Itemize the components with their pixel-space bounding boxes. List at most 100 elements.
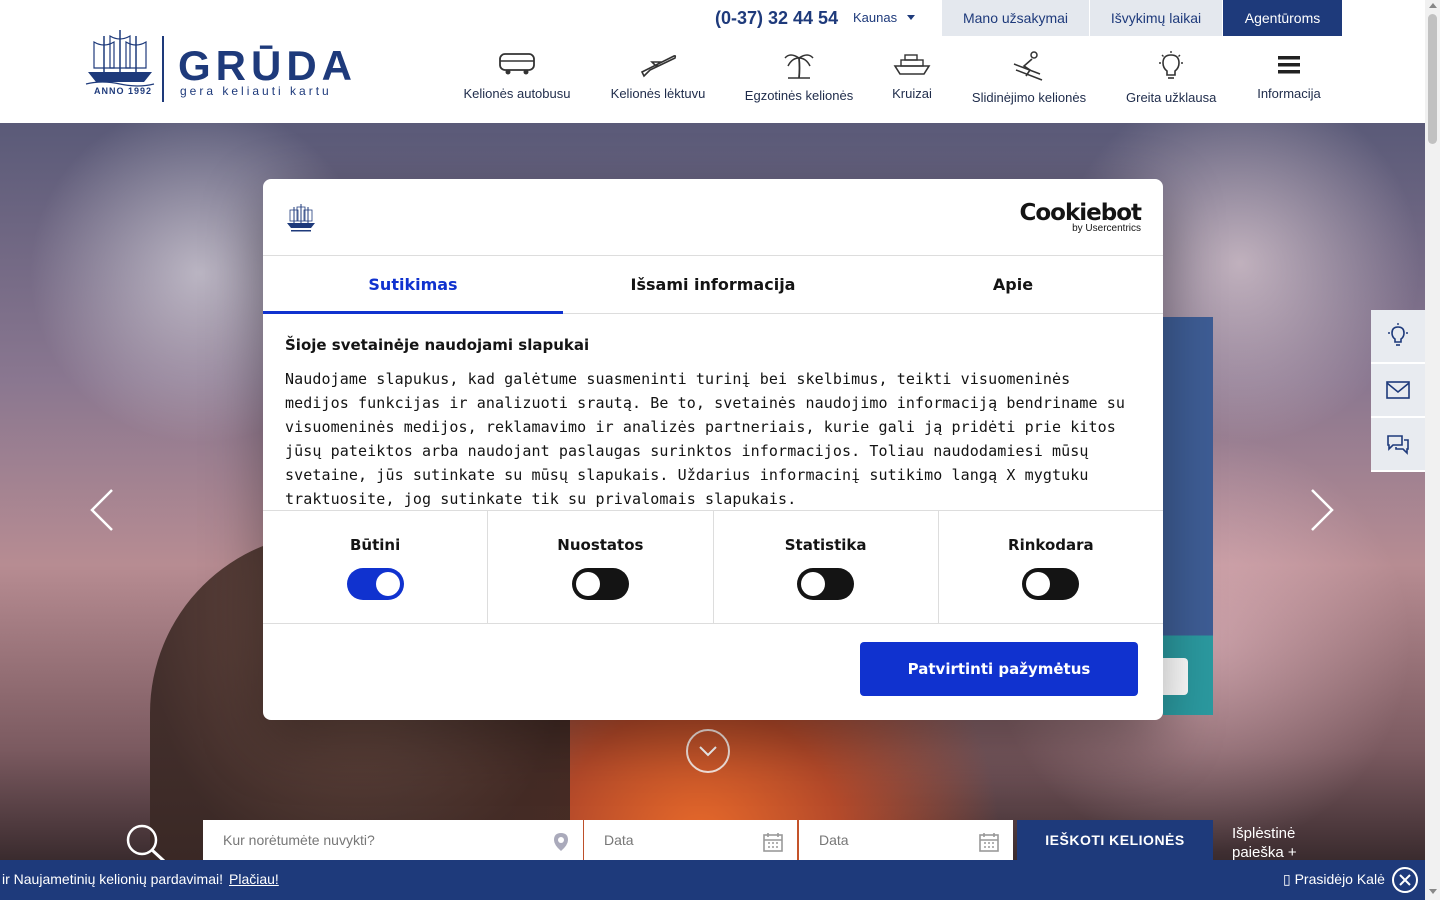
side-email-button[interactable] [1371, 364, 1425, 418]
lightbulb-icon [1159, 51, 1183, 79]
cookiebot-name: Cookiebot [1019, 200, 1142, 226]
destination-placeholder: Kur norėtumėte nuvykti? [223, 832, 375, 848]
toggle-knob [1026, 572, 1051, 596]
ship-logo-icon [287, 204, 315, 232]
category-label: Būtini [350, 536, 401, 554]
bus-icon [499, 53, 535, 75]
nav-quick-inquiry[interactable]: Greita užklausa [1126, 50, 1216, 105]
agencies-button[interactable]: Agentūroms [1223, 0, 1342, 36]
date-from-placeholder: Data [604, 832, 634, 848]
dialog-body: Šioje svetainėje naudojami slapukai Naud… [263, 314, 1163, 510]
ticker-message-next: ▯ Prasidėjo Kalė [1283, 871, 1385, 887]
city-selector[interactable]: Kaunas [853, 10, 897, 25]
nav-label: Slidinėjimo kelionės [971, 90, 1087, 105]
ticker-more-link[interactable]: Plačiau! [229, 871, 279, 887]
scroll-down-arrow[interactable] [1429, 889, 1437, 894]
category-label: Statistika [784, 536, 867, 554]
nav-ski-trips[interactable]: Slidinėjimo kelionės [971, 50, 1087, 105]
lightbulb-icon [1388, 323, 1408, 346]
scroll-down-button[interactable] [686, 729, 730, 773]
toggle-statistics[interactable] [797, 568, 855, 600]
advanced-search-link[interactable]: Išplėstinė paieška + [1232, 824, 1322, 862]
category-label: Rinkodara [1008, 536, 1094, 554]
logo-anno: ANNO 1992 [94, 86, 153, 96]
tab-about[interactable]: Apie [863, 256, 1163, 313]
calendar-icon [979, 833, 999, 852]
departure-times-button[interactable]: Išvykimų laikai [1090, 0, 1222, 36]
side-inquiry-button[interactable] [1371, 310, 1425, 364]
envelope-icon [1386, 381, 1410, 399]
calendar-icon [763, 833, 783, 852]
palm-icon [784, 54, 814, 79]
toggle-necessary[interactable] [346, 568, 404, 600]
side-tools [1371, 310, 1425, 472]
phone-number[interactable]: (0-37) 32 44 54 [715, 8, 838, 29]
nav-exotic-trips[interactable]: Egzotinės kelionės [744, 50, 854, 103]
prev-slide-icon[interactable] [88, 488, 116, 532]
cookiebot-logo[interactable]: Cookiebot by Usercentrics [1019, 200, 1142, 234]
destination-input[interactable]: Kur norėtumėte nuvykti? [203, 820, 583, 860]
search-icon [126, 824, 166, 863]
category-necessary: Būtini [263, 511, 489, 623]
nav-label: Kelionės lėktuvu [610, 86, 706, 101]
slide-panel-button[interactable] [1163, 658, 1188, 695]
ship-logo-icon [85, 30, 155, 87]
ticker-close-button[interactable] [1392, 867, 1418, 893]
ticker-message: ir Naujametinių kelionių pardavimai! Plač… [2, 871, 279, 887]
dialog-header: Cookiebot by Usercentrics [263, 179, 1163, 256]
nav-label: Kruizai [892, 86, 932, 101]
toggle-marketing[interactable] [1022, 568, 1080, 600]
search-trips-button[interactable]: IEŠKOTI KELIONĖS [1017, 820, 1213, 860]
scroll-up-arrow[interactable] [1429, 3, 1437, 8]
logo-wordmark: GRŪDA [178, 42, 357, 89]
tab-consent[interactable]: Sutikimas [263, 256, 563, 314]
close-icon [1399, 874, 1411, 886]
map-pin-icon [554, 833, 568, 851]
toggle-knob [375, 572, 400, 596]
nav-flight-trips[interactable]: Kelionės lėktuvu [610, 50, 706, 101]
page-scrollbar[interactable] [1425, 0, 1440, 900]
nav-label: Greita užklausa [1126, 90, 1217, 105]
nav-bus-trips[interactable]: Kelionės autobusu [463, 50, 571, 101]
site-header: ANNO 1992 GRŪDA gera keliauti kartu (0-3… [0, 0, 1425, 123]
category-label: Nuostatos [557, 536, 644, 554]
chat-icon [1387, 435, 1409, 455]
ski-icon [1013, 51, 1043, 81]
my-orders-button[interactable]: Mano užsakymai [942, 0, 1089, 36]
slide-panel [1163, 317, 1213, 715]
plane-icon [640, 54, 677, 78]
news-ticker: ir Naujametinių kelionių pardavimai! Plač… [0, 860, 1425, 900]
ticker-text: ir Naujametinių kelionių pardavimai! [2, 871, 223, 887]
tab-details[interactable]: Išsami informacija [563, 256, 863, 313]
nav-cruises[interactable]: Kruizai [891, 50, 933, 101]
cookie-categories: Būtini Nuostatos Statistika Rinkodara [263, 510, 1163, 624]
chevron-down-icon[interactable] [907, 15, 915, 20]
scroll-thumb[interactable] [1428, 14, 1437, 144]
toggle-knob [575, 572, 600, 596]
toggle-knob [801, 572, 826, 596]
confirm-selection-button[interactable]: Patvirtinti pažymėtus [860, 642, 1138, 696]
dialog-footer: Patvirtinti pažymėtus [263, 624, 1163, 719]
dialog-text: Naudojame slapukus, kad galėtume suasmen… [285, 370, 1126, 508]
nav-information[interactable]: Informacija [1255, 50, 1323, 101]
category-marketing: Rinkodara [939, 511, 1163, 623]
menu-icon [1278, 56, 1300, 74]
chevron-down-icon [699, 746, 717, 757]
cookie-consent-dialog: Cookiebot by Usercentrics Sutikimas Išsa… [263, 179, 1163, 720]
logo-tagline: gera keliauti kartu [180, 84, 332, 98]
next-slide-icon[interactable] [1308, 488, 1336, 532]
date-from-input[interactable]: Data [584, 820, 797, 860]
toggle-preferences[interactable] [571, 568, 629, 600]
site-logo[interactable]: ANNO 1992 GRŪDA gera keliauti kartu [84, 28, 359, 102]
category-preferences: Nuostatos [488, 511, 714, 623]
nav-label: Informacija [1257, 86, 1321, 101]
date-to-input[interactable]: Data [799, 820, 1013, 860]
dialog-title: Šioje svetainėje naudojami slapukai [285, 336, 590, 354]
nav-label: Egzotinės kelionės [744, 88, 854, 103]
logo-divider [162, 36, 164, 102]
side-chat-button[interactable] [1371, 418, 1425, 472]
ship-icon [893, 54, 931, 75]
category-statistics: Statistika [714, 511, 939, 623]
nav-label: Kelionės autobusu [463, 86, 571, 101]
date-to-placeholder: Data [819, 832, 849, 848]
